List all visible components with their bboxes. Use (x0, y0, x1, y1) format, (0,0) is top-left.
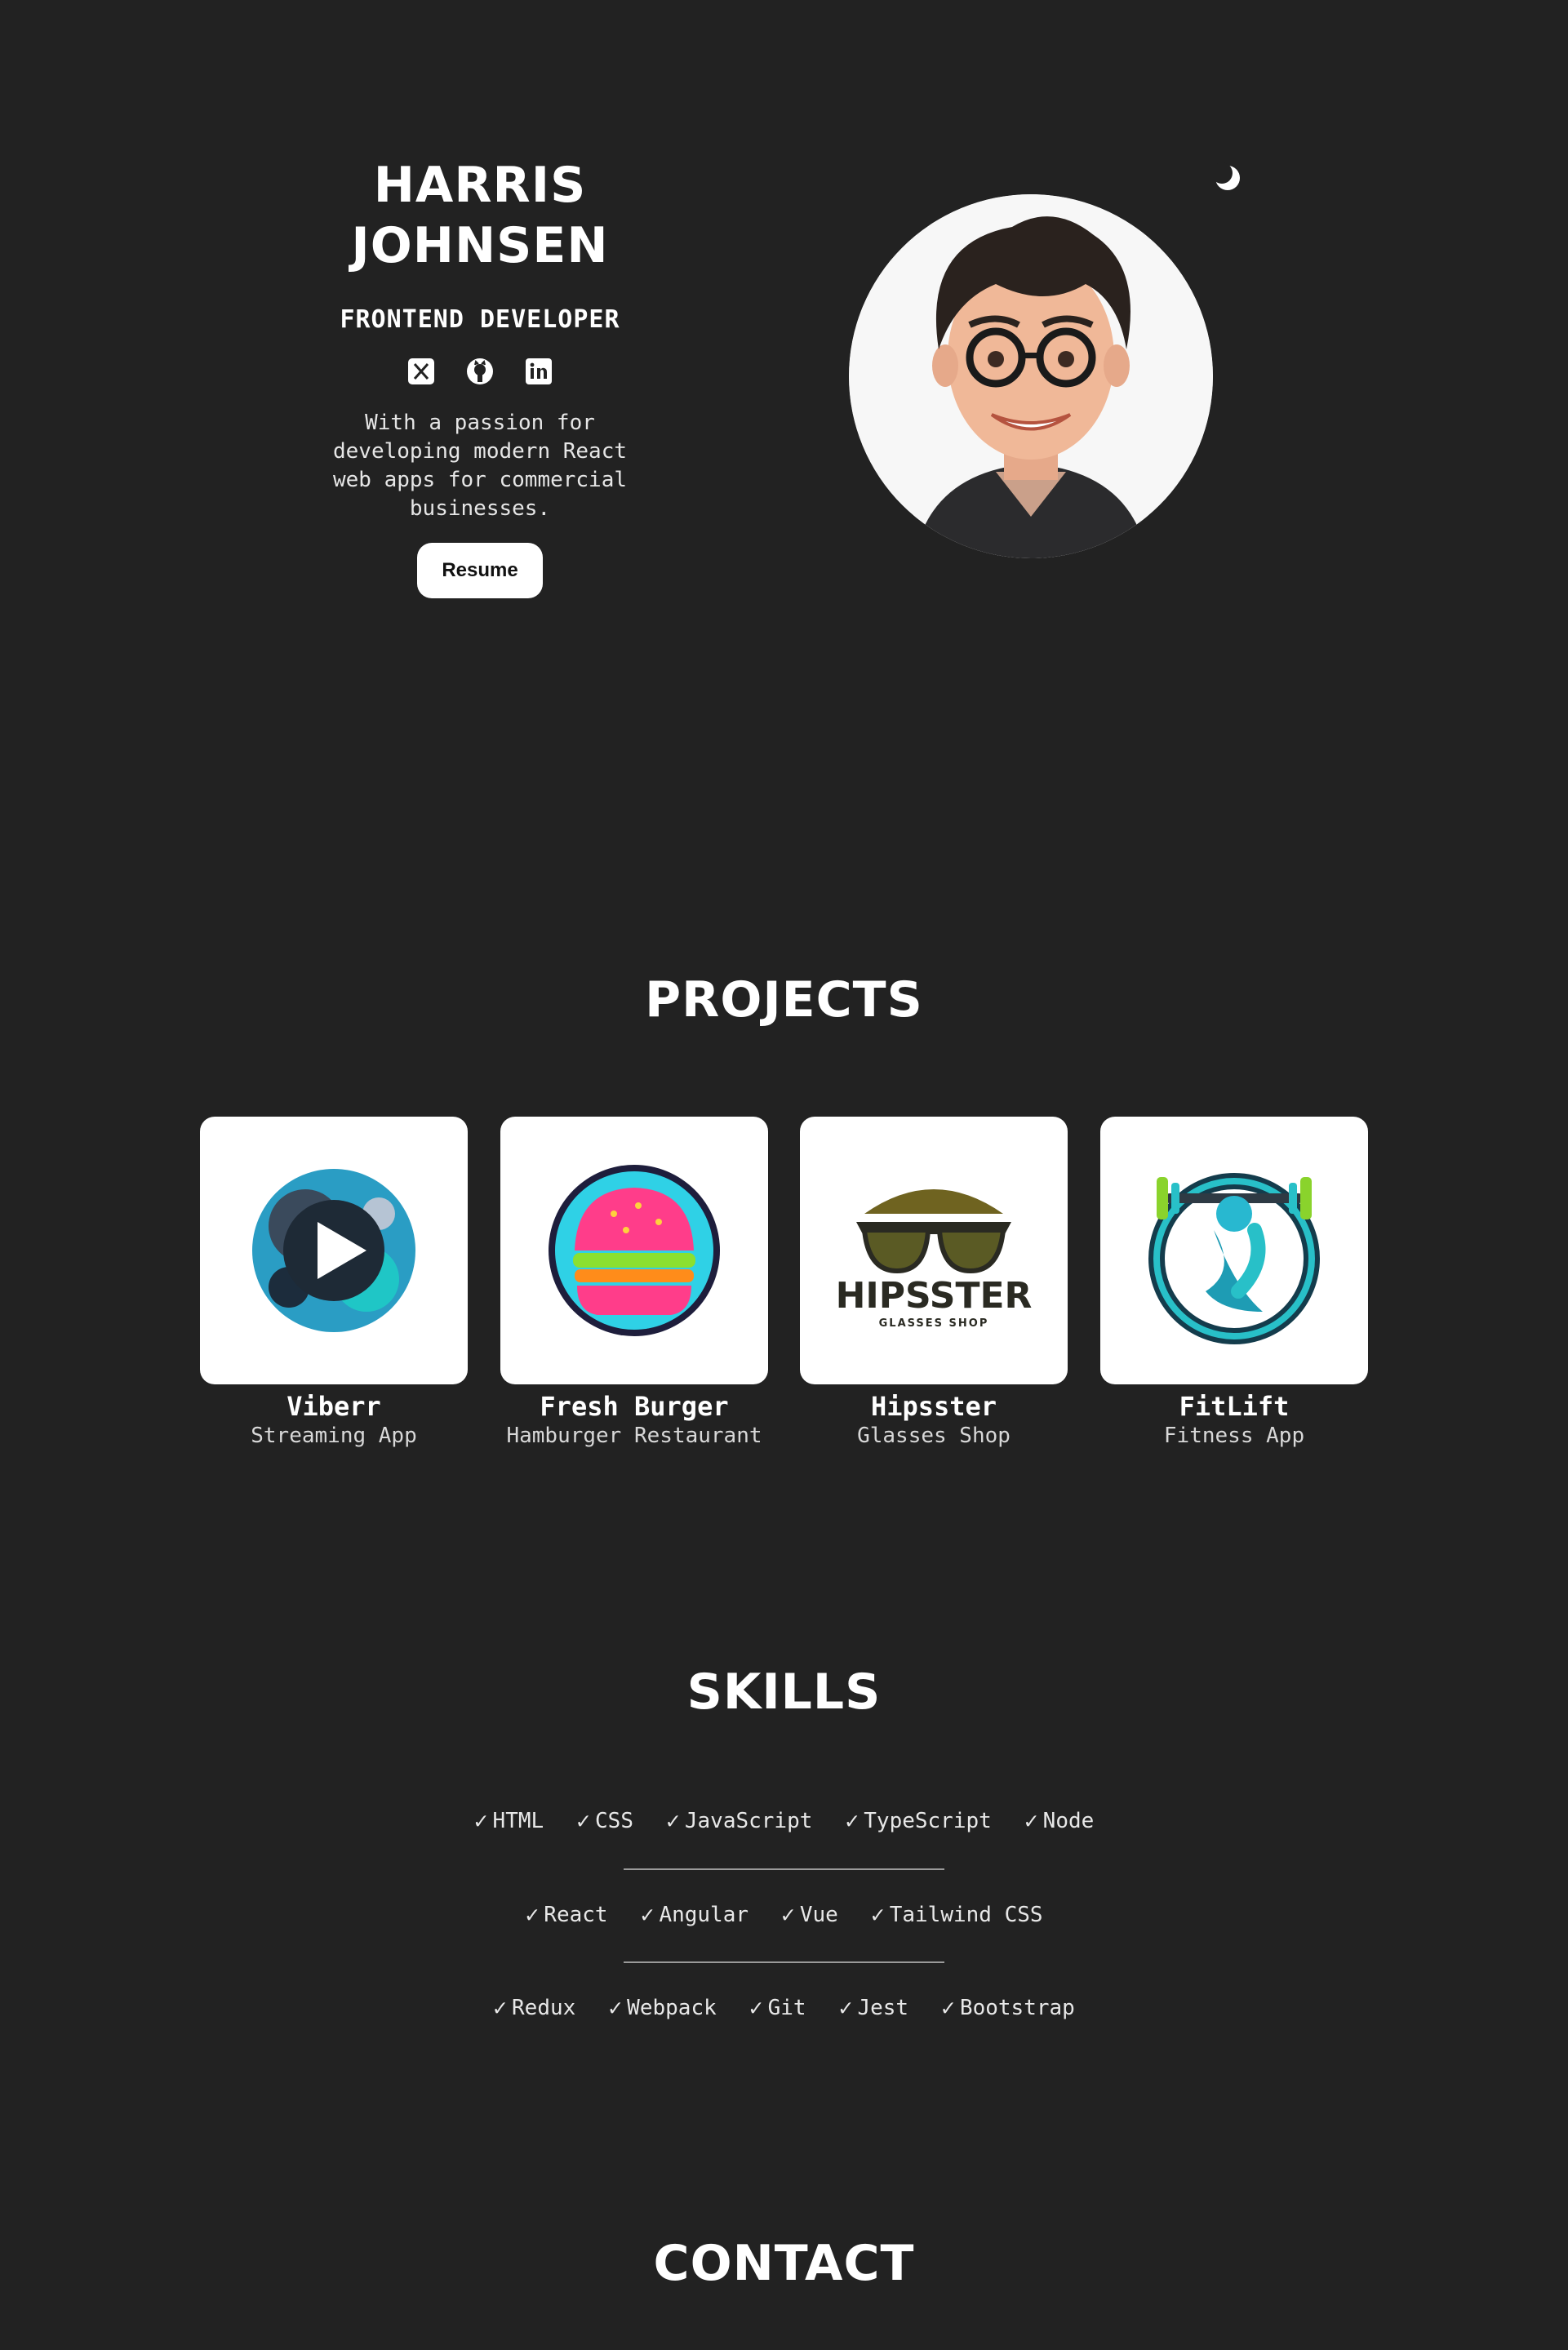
skill-item: ✓ React (525, 1901, 608, 1928)
skill-item: ✓ Angular (640, 1901, 749, 1928)
skill-item: ✓ Bootstrap (941, 1994, 1075, 2021)
check-icon: ✓ (1024, 1807, 1038, 1834)
project-subtitle: Fitness App (1163, 1424, 1305, 1448)
project-card-hipsster[interactable]: HIPSSTER GLASSES SHOP Hipsster Glasses S… (800, 1117, 1068, 1448)
developer-name: HARRIS JOHNSEN (300, 155, 660, 276)
project-thumbnail[interactable] (500, 1117, 768, 1384)
check-icon: ✓ (838, 1994, 853, 2021)
projects-heading: PROJECTS (645, 971, 923, 1028)
project-thumbnail[interactable] (1100, 1117, 1368, 1384)
check-icon: ✓ (473, 1807, 488, 1834)
project-subtitle: Glasses Shop (857, 1424, 1011, 1448)
linkedin-icon[interactable] (524, 357, 553, 386)
logo-text: HIPSSTER (836, 1275, 1033, 1317)
check-icon: ✓ (781, 1901, 795, 1928)
skill-item: ✓ Redux (493, 1994, 576, 2021)
check-icon: ✓ (608, 1994, 623, 2021)
check-icon: ✓ (666, 1807, 680, 1834)
skill-item: ✓ TypeScript (845, 1807, 992, 1834)
skill-item: ✓ Tailwind CSS (870, 1901, 1043, 1928)
hero-intro: HARRIS JOHNSEN FRONTEND DEVELOPER With a… (300, 155, 660, 598)
project-name: Fresh Burger (540, 1391, 729, 1422)
github-icon[interactable] (465, 357, 495, 386)
check-icon: ✓ (845, 1807, 860, 1834)
skill-item: ✓ CSS (576, 1807, 633, 1834)
bio-text: With a passion for developing modern Rea… (332, 411, 628, 521)
skills-divider (624, 1961, 944, 1963)
project-name: Hipsster (870, 1391, 997, 1422)
skill-item: ✓ HTML (473, 1807, 544, 1834)
skill-item: ✓ Webpack (608, 1994, 717, 2021)
project-card-viberr[interactable]: Viberr Streaming App (200, 1117, 468, 1448)
project-card-fitlift[interactable]: FitLift Fitness App (1100, 1117, 1368, 1448)
skill-item: ✓ Node (1024, 1807, 1095, 1834)
project-card-fresh-burger[interactable]: Fresh Burger Hamburger Restaurant (500, 1117, 768, 1448)
check-icon: ✓ (525, 1901, 540, 1928)
logo-subtext: GLASSES SHOP (879, 1317, 989, 1330)
x-icon[interactable] (406, 357, 436, 386)
skills-row-2: ✓ React ✓ Angular ✓ Vue ✓ Tailwind CSS (0, 1901, 1568, 1928)
check-icon: ✓ (576, 1807, 591, 1834)
check-icon: ✓ (493, 1994, 508, 2021)
name-line-2: JOHNSEN (351, 217, 609, 274)
check-icon: ✓ (748, 1994, 763, 2021)
sunglasses-logo: HIPSSTER GLASSES SHOP (836, 1189, 1033, 1330)
project-subtitle: Streaming App (251, 1424, 417, 1448)
project-name: FitLift (1179, 1391, 1290, 1422)
resume-button[interactable]: Resume (417, 543, 543, 598)
check-icon: ✓ (941, 1994, 955, 2021)
skills-row-3: ✓ Redux ✓ Webpack ✓ Git ✓ Jest ✓ Bootstrap (0, 1994, 1568, 2021)
check-icon: ✓ (640, 1901, 655, 1928)
name-line-1: HARRIS (373, 157, 587, 214)
streaming-app-logo (252, 1169, 415, 1332)
project-name: Viberr (287, 1391, 381, 1422)
moon-icon[interactable] (1211, 162, 1244, 194)
skill-item: ✓ Jest (838, 1994, 909, 2021)
avatar (849, 194, 1213, 558)
project-subtitle: Hamburger Restaurant (506, 1424, 762, 1448)
check-icon: ✓ (870, 1901, 885, 1928)
social-links (300, 357, 660, 386)
job-title: FRONTEND DEVELOPER (340, 305, 620, 334)
burger-logo (549, 1165, 720, 1336)
skill-item: ✓ Vue (781, 1901, 838, 1928)
project-thumbnail[interactable]: HIPSSTER GLASSES SHOP (800, 1117, 1068, 1384)
skills-row-1: ✓ HTML ✓ CSS ✓ JavaScript ✓ TypeScript ✓ Node (0, 1807, 1568, 1834)
skills-divider (624, 1868, 944, 1870)
project-thumbnail[interactable] (200, 1117, 468, 1384)
contact-heading: CONTACT (653, 2235, 915, 2292)
skill-item: ✓ JavaScript (666, 1807, 813, 1834)
dumbbell-logo (1148, 1173, 1320, 1344)
skills-heading: SKILLS (686, 1664, 882, 1721)
skill-item: ✓ Git (748, 1994, 806, 2021)
